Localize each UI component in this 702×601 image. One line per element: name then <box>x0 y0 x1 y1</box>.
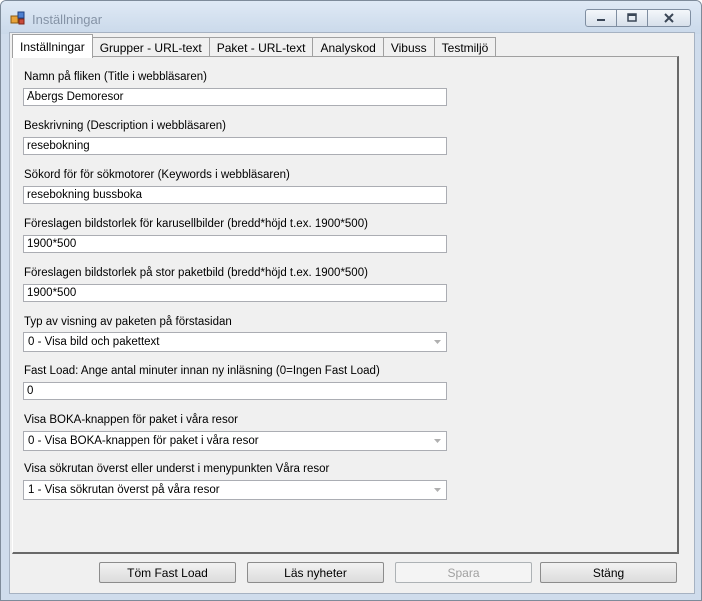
dropdown-arrow[interactable] <box>429 432 446 450</box>
boka-button-select[interactable]: 0 - Visa BOKA-knappen för paket i våra r… <box>23 431 447 451</box>
close-window-button[interactable] <box>647 9 691 27</box>
search-position-label: Visa sökrutan överst eller underst i men… <box>24 463 330 475</box>
tab-paket-url-text[interactable]: Paket - URL-text <box>209 37 314 58</box>
minimize-button[interactable] <box>585 9 617 27</box>
display-type-select[interactable]: 0 - Visa bild och pakettext <box>23 332 447 352</box>
dropdown-arrow[interactable] <box>429 481 446 499</box>
clear-fast-load-button[interactable]: Töm Fast Load <box>99 562 236 583</box>
tab-title-input[interactable] <box>23 88 447 106</box>
settings-tab-panel: Namn på fliken (Title i webbläsaren) Bes… <box>12 56 679 554</box>
boka-button-label: Visa BOKA-knappen för paket i våra resor <box>24 414 238 426</box>
chevron-down-icon <box>434 488 441 492</box>
app-icon <box>10 11 25 25</box>
chevron-down-icon <box>434 439 441 443</box>
package-image-size-input[interactable] <box>23 284 447 302</box>
maximize-button[interactable] <box>616 9 648 27</box>
carousel-size-input[interactable] <box>23 235 447 253</box>
search-position-select[interactable]: 1 - Visa sökrutan överst på våra resor <box>23 480 447 500</box>
close-icon <box>664 13 674 23</box>
display-type-value: 0 - Visa bild och pakettext <box>28 336 160 348</box>
minimize-icon <box>597 19 605 21</box>
carousel-size-label: Föreslagen bildstorlek för karusellbilde… <box>24 218 368 230</box>
save-button[interactable]: Spara <box>395 562 532 583</box>
tab-installningar[interactable]: Inställningar <box>12 34 93 58</box>
fast-load-input[interactable] <box>23 382 447 400</box>
keywords-input[interactable] <box>23 186 447 204</box>
title-bar[interactable]: Inställningar <box>1 1 701 34</box>
keywords-label: Sökord för för sökmotorer (Keywords i we… <box>24 169 290 181</box>
tab-strip: Inställningar Grupper - URL-text Paket -… <box>12 34 497 58</box>
read-news-button[interactable]: Läs nyheter <box>247 562 384 583</box>
dropdown-arrow[interactable] <box>429 333 446 351</box>
boka-button-value: 0 - Visa BOKA-knappen för paket i våra r… <box>28 435 259 447</box>
tab-analyskod[interactable]: Analyskod <box>313 37 384 58</box>
maximize-icon <box>627 13 637 22</box>
tab-testmiljo[interactable]: Testmiljö <box>434 37 497 58</box>
search-position-value: 1 - Visa sökrutan överst på våra resor <box>28 484 220 496</box>
description-label: Beskrivning (Description i webbläsaren) <box>24 120 226 132</box>
window-title: Inställningar <box>32 12 103 27</box>
close-button[interactable]: Stäng <box>540 562 677 583</box>
chevron-down-icon <box>434 340 441 344</box>
fast-load-label: Fast Load: Ange antal minuter innan ny i… <box>24 365 380 377</box>
tab-vibuss[interactable]: Vibuss <box>383 37 435 58</box>
description-input[interactable] <box>23 137 447 155</box>
package-image-size-label: Föreslagen bildstorlek på stor paketbild… <box>24 267 368 279</box>
settings-window: Inställningar Inställningar Grupper - UR… <box>0 0 702 601</box>
client-area: Inställningar Grupper - URL-text Paket -… <box>9 32 695 594</box>
tab-grupper-url-text[interactable]: Grupper - URL-text <box>92 37 210 58</box>
display-type-label: Typ av visning av paketen på förstasidan <box>24 316 232 328</box>
tab-title-label: Namn på fliken (Title i webbläsaren) <box>24 71 208 83</box>
